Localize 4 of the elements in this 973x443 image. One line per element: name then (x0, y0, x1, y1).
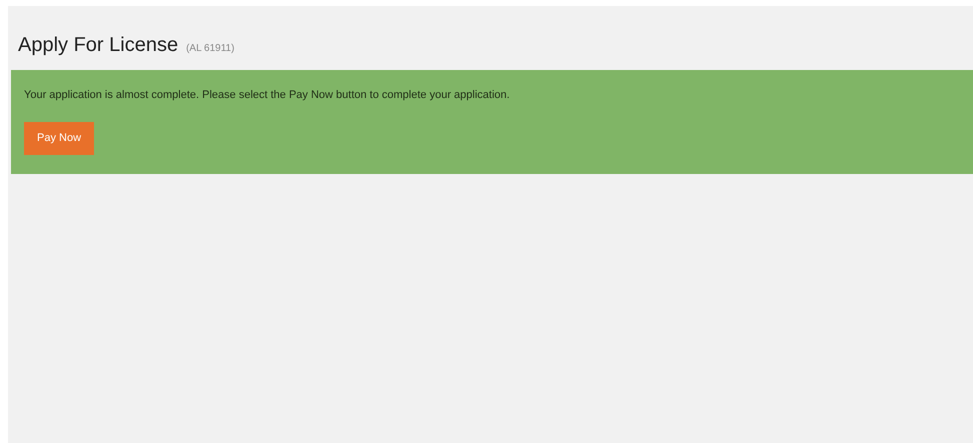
pay-now-button[interactable]: Pay Now (24, 122, 94, 154)
page-title: Apply For License (18, 33, 178, 58)
notice-message: Your application is almost complete. Please select the Pay Now button to complete your application. (24, 88, 510, 103)
license-number: (AL 61911) (186, 42, 234, 56)
